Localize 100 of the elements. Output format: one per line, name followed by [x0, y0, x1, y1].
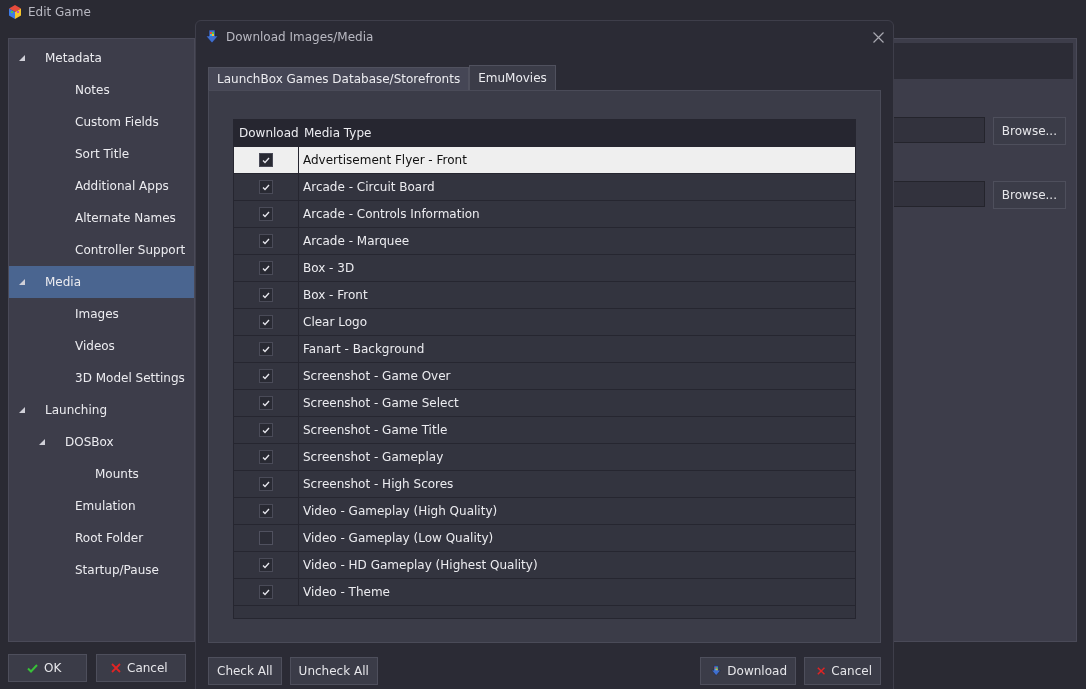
table-row[interactable]: Video - Gameplay (Low Quality) — [234, 525, 855, 552]
checkmark-icon — [262, 453, 270, 461]
checkbox[interactable] — [259, 207, 273, 221]
expander-triangle-icon[interactable] — [19, 55, 25, 61]
tree-item[interactable]: Custom Fields — [9, 106, 194, 138]
table-row[interactable]: Arcade - Circuit Board — [234, 174, 855, 201]
checkbox[interactable] — [259, 180, 273, 194]
cancel-button[interactable]: Cancel — [96, 654, 186, 682]
checkbox[interactable] — [259, 153, 273, 167]
table-cell-text: Clear Logo — [302, 314, 368, 331]
checkmark-icon — [27, 663, 38, 673]
checkbox[interactable] — [259, 288, 273, 302]
table-cell-text: Video - Gameplay (Low Quality) — [302, 530, 495, 547]
table-cell-text: Box - 3D — [302, 260, 356, 277]
table-cell-text: Arcade - Marquee — [302, 233, 411, 250]
table-row[interactable]: Box - Front — [234, 282, 855, 309]
table-row[interactable]: Screenshot - High Scores — [234, 471, 855, 498]
table-row[interactable]: Advertisement Flyer - Front — [234, 147, 855, 174]
table-row[interactable]: Screenshot - Gameplay — [234, 444, 855, 471]
table-row[interactable]: Video - Gameplay (High Quality) — [234, 498, 855, 525]
check-all-button[interactable]: Check All — [208, 657, 282, 685]
browse-button[interactable]: Browse... — [992, 181, 1066, 209]
checkbox[interactable] — [259, 504, 273, 518]
table-cell-text: Screenshot - Game Title — [302, 422, 449, 439]
cancel-button[interactable]: Cancel — [804, 657, 881, 685]
table-cell-text: Fanart - Background — [302, 341, 426, 358]
dialog-title: Download Images/Media — [226, 30, 374, 44]
download-arrow-icon — [205, 30, 219, 44]
tree-item[interactable]: Root Folder — [9, 522, 194, 554]
expander-triangle-icon[interactable] — [19, 407, 25, 413]
tree-item[interactable]: Controller Support — [9, 234, 194, 266]
checkbox[interactable] — [259, 585, 273, 599]
expander-triangle-icon[interactable] — [19, 279, 25, 285]
checkbox[interactable] — [259, 450, 273, 464]
browse-button[interactable]: Browse... — [992, 117, 1066, 145]
tree-item[interactable]: Sort Title — [9, 138, 194, 170]
tree-item[interactable]: 3D Model Settings — [9, 362, 194, 394]
ok-button[interactable]: OK — [8, 654, 87, 682]
tree-item[interactable]: Alternate Names — [9, 202, 194, 234]
tree-item[interactable]: Mounts — [9, 458, 194, 490]
cube-logo-icon — [8, 5, 22, 19]
table-cell-text: Video - Theme — [302, 584, 391, 601]
checkbox[interactable] — [259, 369, 273, 383]
tree-item[interactable]: Metadata — [9, 42, 194, 74]
checkbox[interactable] — [259, 477, 273, 491]
table-cell-text: Video - HD Gameplay (Highest Quality) — [302, 557, 539, 574]
tree-item[interactable]: Emulation — [9, 490, 194, 522]
tree-item[interactable]: DOSBox — [9, 426, 194, 458]
close-icon[interactable] — [873, 31, 884, 43]
table-row[interactable]: Video - Theme — [234, 579, 855, 606]
download-button[interactable]: Download — [700, 657, 796, 685]
checkbox[interactable] — [259, 531, 273, 545]
cancel-x-icon — [111, 663, 121, 673]
table-row[interactable]: Arcade - Controls Information — [234, 201, 855, 228]
checkmark-icon — [262, 210, 270, 218]
checkbox[interactable] — [259, 261, 273, 275]
checkmark-icon — [262, 507, 270, 515]
tree-item[interactable]: Notes — [9, 74, 194, 106]
table-row[interactable]: Screenshot - Game Over — [234, 363, 855, 390]
tab[interactable]: LaunchBox Games Database/Storefronts — [208, 67, 470, 90]
checkbox[interactable] — [259, 234, 273, 248]
checkbox[interactable] — [259, 342, 273, 356]
checkbox[interactable] — [259, 396, 273, 410]
table-row[interactable]: Fanart - Background — [234, 336, 855, 363]
column-header: Download — [234, 120, 299, 146]
table-row[interactable]: Screenshot - Game Select — [234, 390, 855, 417]
tree-item[interactable]: Media — [9, 266, 194, 298]
checkbox[interactable] — [259, 315, 273, 329]
tree-item[interactable]: Additional Apps — [9, 170, 194, 202]
tree-item[interactable]: Startup/Pause — [9, 554, 194, 586]
checkbox[interactable] — [259, 558, 273, 572]
checkmark-icon — [262, 156, 270, 164]
table-row[interactable]: Video - HD Gameplay (Highest Quality) — [234, 552, 855, 579]
table-cell-text: Video - Gameplay (High Quality) — [302, 503, 499, 520]
table-cell-text: Box - Front — [302, 287, 369, 304]
checkmark-icon — [262, 318, 270, 326]
checkmark-icon — [262, 264, 270, 272]
table-row[interactable]: Arcade - Marquee — [234, 228, 855, 255]
checkmark-icon — [262, 237, 270, 245]
column-header: Media Type — [303, 125, 373, 142]
tree-item[interactable]: Images — [9, 298, 194, 330]
checkmark-icon — [262, 345, 270, 353]
table-cell-text: Advertisement Flyer - Front — [302, 152, 468, 169]
tree-item[interactable]: Videos — [9, 330, 194, 362]
uncheck-all-button[interactable]: Uncheck All — [289, 657, 378, 685]
window-title: Edit Game — [28, 5, 91, 19]
checkmark-icon — [262, 291, 270, 299]
tree-item[interactable]: Launching — [9, 394, 194, 426]
table-cell-text: Arcade - Circuit Board — [302, 179, 436, 196]
table-row[interactable]: Screenshot - Game Title — [234, 417, 855, 444]
tab[interactable]: EmuMovies — [469, 65, 556, 90]
checkmark-icon — [262, 183, 270, 191]
expander-triangle-icon[interactable] — [39, 439, 45, 445]
table-row[interactable]: Box - 3D — [234, 255, 855, 282]
cancel-x-icon — [817, 666, 826, 676]
checkbox[interactable] — [259, 423, 273, 437]
table-cell-text: Screenshot - Game Select — [302, 395, 460, 412]
table-row[interactable]: Clear Logo — [234, 309, 855, 336]
checkmark-icon — [262, 561, 270, 569]
checkmark-icon — [262, 426, 270, 434]
